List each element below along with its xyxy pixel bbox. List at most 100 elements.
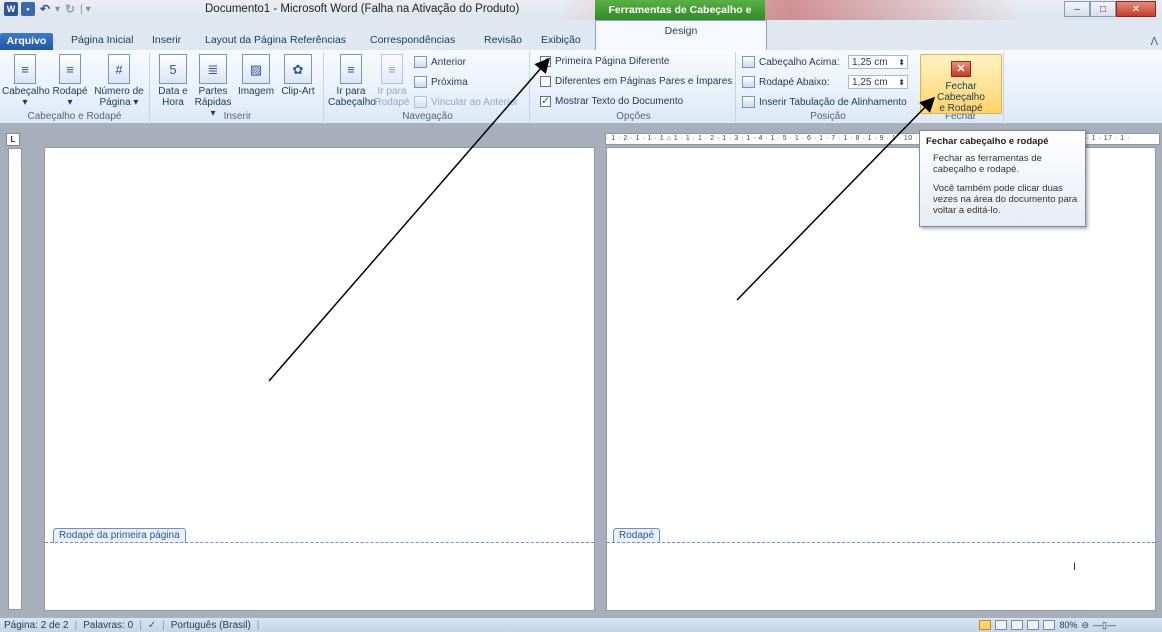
fechar-cabecalho-rodape-button[interactable]: ✕ Fechar Cabeçalho e Rodapé [920, 54, 1002, 114]
anterior-button[interactable]: Anterior [414, 56, 466, 68]
group-title: Inserir [223, 111, 252, 122]
page-number-icon: # [108, 54, 130, 84]
page-count[interactable]: Página: 2 de 2 [4, 620, 69, 631]
clipart-button[interactable]: ✿ Clip-Art [278, 54, 318, 97]
tab-inserir[interactable]: Inserir [152, 34, 181, 46]
spinner-arrows-icon[interactable]: ⬍ [898, 78, 907, 87]
primeira-pagina-checkbox[interactable]: ✓ Primeira Página Diferente [540, 56, 670, 67]
web-layout-icon[interactable] [1011, 620, 1024, 630]
dropdown-caret-icon[interactable]: ▾ [55, 4, 60, 15]
close-button[interactable]: ✕ [1116, 1, 1156, 17]
tab-referencias[interactable]: Referências [290, 34, 346, 46]
numero-pagina-button[interactable]: # Número de Página ▾ [90, 54, 148, 108]
partes-label-1: Partes [198, 86, 228, 97]
tab-design[interactable]: Design [595, 20, 767, 52]
word-app-icon[interactable]: W [4, 2, 18, 16]
proxima-button[interactable]: Próxima [414, 76, 468, 88]
maximize-button[interactable]: □ [1090, 1, 1116, 17]
group-cabecalho-rodape: ≡ Cabeçalho ▾ ≡ Rodapé ▾ # Número de Pág… [0, 52, 150, 122]
ir-rod-label-1: Ir para [377, 86, 407, 97]
fechar-label-2: e Rodapé [939, 103, 983, 114]
proofing-icon[interactable]: ✓ [148, 620, 156, 631]
minimize-button[interactable]: – [1064, 1, 1090, 17]
tab-pagina-inicial[interactable]: Página Inicial [71, 34, 133, 46]
dropdown-caret-icon: ▾ [67, 97, 73, 108]
dropdown-caret-icon: ▾ [22, 97, 28, 108]
tab-exibicao[interactable]: Exibição [541, 34, 581, 46]
footer-boundary [607, 542, 1155, 543]
cabecalho-button[interactable]: ≡ Cabeçalho ▾ [2, 54, 50, 108]
rodape-button[interactable]: ≡ Rodapé ▾ [50, 54, 90, 108]
tab-alignment-icon [742, 96, 755, 108]
goto-header-icon: ≡ [340, 54, 362, 84]
ir-rod-label-2: Rodapé [374, 97, 410, 108]
page-first[interactable]: Rodapé da primeira página [44, 147, 595, 611]
cabecalho-label: Cabeçalho [2, 86, 50, 97]
fechar-label-1: Fechar Cabeçalho [937, 81, 985, 103]
tab-layout[interactable]: Layout da Página [205, 34, 287, 46]
customize-qat-icon[interactable]: ▾ [86, 4, 91, 15]
rodape-abaixo-row: Rodapé Abaixo: [742, 76, 830, 88]
imagem-button[interactable]: ▨ Imagem [236, 54, 276, 97]
tooltip-description: Fechar as ferramentas de cabeçalho e rod… [933, 153, 1042, 175]
window-controls: – □ ✕ [1064, 1, 1156, 17]
checkbox-empty-icon [540, 76, 551, 87]
view-controls: 80% ⊖ —▯— [979, 618, 1116, 632]
previous-icon [414, 56, 427, 68]
mostrar-label: Mostrar Texto do Documento [555, 96, 684, 107]
tooltip: Fechar cabeçalho e rodapé Fechar as ferr… [919, 130, 1086, 227]
numero-label-2: Página [99, 97, 131, 108]
language[interactable]: Português (Brasil) [171, 620, 251, 631]
group-inserir: 5 Data e Hora ≣ Partes Rápidas ▾ ▨ Image… [152, 52, 324, 122]
draft-icon[interactable] [1043, 620, 1056, 630]
ir-rodape-button[interactable]: ≡ Ir para Rodapé [374, 54, 410, 108]
title-bar: W ▪ ↶ ▾ ↻ | ▾ Documento1 - Microsoft Wor… [0, 0, 1162, 36]
spinner-arrows-icon[interactable]: ⬍ [898, 58, 907, 67]
print-layout-icon[interactable] [979, 620, 992, 630]
save-icon[interactable]: ▪ [21, 2, 35, 16]
footer-boundary [45, 542, 594, 543]
tab-arquivo[interactable]: Arquivo [0, 33, 53, 50]
group-title: Posição [810, 111, 846, 122]
rodape-label: Rodapé [52, 86, 88, 97]
vincular-anterior-button[interactable]: Vincular ao Anterior [414, 96, 518, 108]
footer-position-icon [742, 76, 755, 88]
redo-icon[interactable]: ↻ [63, 2, 77, 16]
vincular-label: Vincular ao Anterior [431, 96, 519, 108]
data-hora-button[interactable]: 5 Data e Hora [156, 54, 190, 108]
rodape-abaixo-spinner[interactable]: 1,25 cm ⬍ [848, 75, 908, 89]
clipart-label: Clip-Art [281, 86, 315, 97]
tab-correspondencias[interactable]: Correspondências [370, 34, 455, 46]
ir-cab-label-1: Ir para [336, 86, 366, 97]
word-count[interactable]: Palavras: 0 [83, 620, 133, 631]
zoom-out-icon[interactable]: ⊖ [1082, 620, 1090, 631]
undo-icon[interactable]: ↶ [38, 2, 52, 16]
tabulacao-label: Inserir Tabulação de Alinhamento [759, 96, 907, 108]
cabecalho-acima-spinner[interactable]: 1,25 cm ⬍ [848, 55, 908, 69]
header-position-icon [742, 56, 755, 68]
cab-acima-label: Cabeçalho Acima: [759, 56, 840, 68]
data-label-2: Hora [162, 97, 184, 108]
primeira-label: Primeira Página Diferente [555, 56, 670, 67]
zoom-level[interactable]: 80% [1059, 620, 1077, 630]
full-screen-icon[interactable] [995, 620, 1008, 630]
partes-rapidas-button[interactable]: ≣ Partes Rápidas ▾ [192, 54, 234, 119]
ribbon-collapse-icon[interactable]: ᐱ [1150, 35, 1158, 48]
vertical-ruler[interactable] [8, 148, 22, 610]
ir-cabecalho-button[interactable]: ≡ Ir para Cabeçalho [328, 54, 376, 108]
zoom-slider[interactable]: —▯— [1093, 620, 1116, 631]
tab-selector-icon[interactable]: L [6, 133, 20, 146]
mostrar-texto-checkbox[interactable]: ✓ Mostrar Texto do Documento [540, 96, 683, 107]
quick-parts-icon: ≣ [199, 54, 227, 84]
outline-icon[interactable] [1027, 620, 1040, 630]
tab-revisao[interactable]: Revisão [484, 34, 522, 46]
group-title: Navegação [402, 111, 453, 122]
close-header-footer-icon: ✕ [951, 61, 971, 77]
imagem-label: Imagem [237, 86, 275, 97]
footer-tag: Rodapé [613, 528, 661, 543]
cabecalho-acima-row: Cabeçalho Acima: [742, 56, 840, 68]
clipart-icon: ✿ [284, 54, 312, 84]
pares-impares-checkbox[interactable]: Diferentes em Páginas Pares e Ímpares [540, 76, 732, 87]
inserir-tabulacao-button[interactable]: Inserir Tabulação de Alinhamento [742, 96, 907, 108]
ir-cab-label-2: Cabeçalho [328, 97, 376, 108]
